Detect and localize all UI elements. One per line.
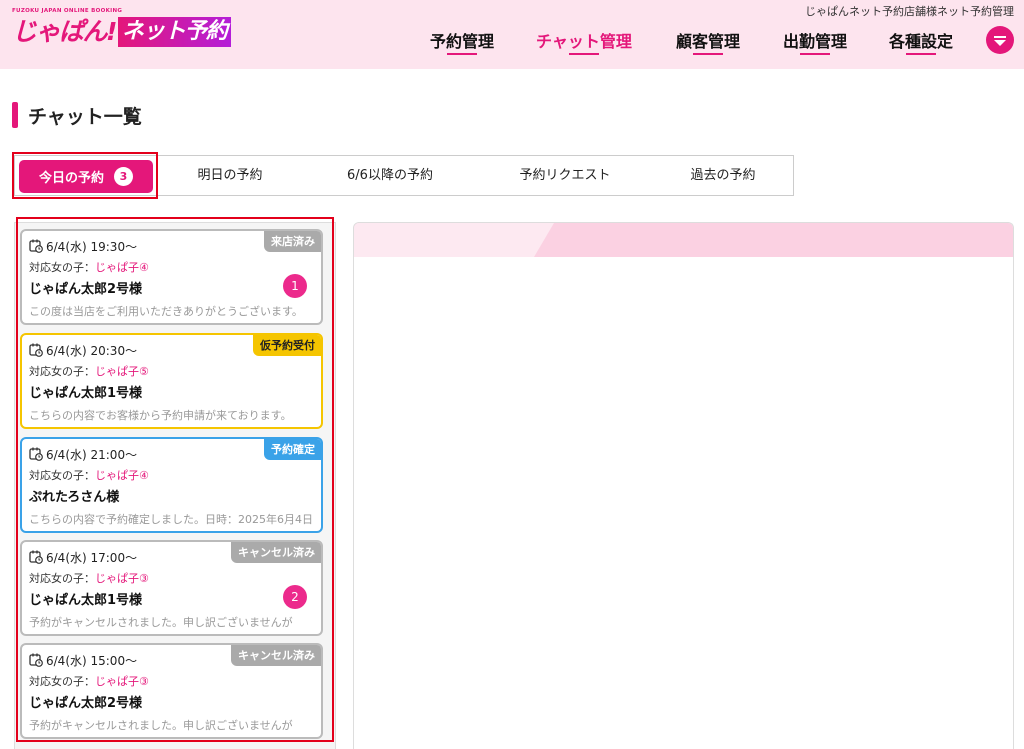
nav-settings[interactable]: 各種設定	[889, 28, 954, 55]
customer-name: ぷれたろさん様	[29, 490, 120, 505]
status-badge: キャンセル済み	[231, 542, 321, 563]
store-name: じゃぱんネット予約店舗様ネット予約管理	[805, 5, 1014, 18]
logo-tagline: FUZOKU JAPAN ONLINE BOOKING	[12, 8, 123, 14]
tab-past[interactable]: 過去の予約	[675, 156, 771, 195]
reservation-datetime: 6/4(水) 21:00～	[46, 447, 138, 462]
calendar-clock-icon	[29, 239, 43, 253]
reservation-datetime: 6/4(水) 17:00～	[46, 550, 138, 565]
nav-label: 顧客管理	[676, 32, 741, 51]
status-badge: 予約確定	[264, 439, 321, 460]
tab-label: 今日の予約	[38, 171, 104, 186]
menu-dropdown-icon[interactable]	[986, 26, 1014, 54]
assigned-girl: じゃぱ子⑤	[95, 365, 149, 378]
page-title-text: チャット一覧	[28, 105, 142, 128]
message-preview: 予約がキャンセルされました。申し訳ございませんが	[29, 616, 293, 629]
girl-label: 対応女の子：	[29, 469, 95, 482]
assigned-girl: じゃぱ子③	[95, 675, 149, 688]
assigned-girl: じゃぱ子③	[95, 572, 149, 585]
tab-requests[interactable]: 予約リクエスト	[507, 156, 623, 195]
assigned-girl: じゃぱ子④	[95, 261, 149, 274]
chat-card[interactable]: キャンセル済み 6/4(水) 15:00～ 対応女の子：じゃぱ子③ じゃぱん太郎…	[20, 643, 323, 739]
message-preview: 予約がキャンセルされました。申し訳ございませんが	[29, 719, 293, 732]
nav-reservation[interactable]: 予約管理	[430, 28, 495, 55]
nav-label: 予約管理	[430, 32, 495, 51]
header-decoration	[354, 223, 554, 257]
tab-after-6-6[interactable]: 6/6以降の予約	[335, 156, 445, 195]
nav-attendance[interactable]: 出勤管理	[783, 28, 848, 55]
nav-label: チャット管理	[536, 32, 632, 51]
nav-chat[interactable]: チャット管理	[536, 28, 632, 55]
unread-count-badge: 2	[283, 585, 307, 609]
tab-count-badge: 3	[114, 167, 133, 186]
calendar-clock-icon	[29, 343, 43, 357]
title-accent-bar	[12, 102, 18, 128]
reservation-datetime: 6/4(水) 15:00～	[46, 653, 138, 668]
reservation-tabs: 今日の予約 3 明日の予約 6/6以降の予約 予約リクエスト 過去の予約	[14, 155, 794, 196]
tab-tomorrow[interactable]: 明日の予約	[175, 156, 285, 195]
customer-name: じゃぱん太郎1号様	[29, 593, 143, 608]
page-title: チャット一覧	[12, 101, 142, 129]
calendar-clock-icon	[29, 653, 43, 667]
chat-card[interactable]: 予約確定 6/4(水) 21:00～ 対応女の子：じゃぱ子④ ぷれたろさん様 こ…	[20, 437, 323, 533]
nav-customer[interactable]: 顧客管理	[676, 28, 741, 55]
message-preview: この度は当店をご利用いただきありがとうございます。	[29, 305, 303, 318]
girl-label: 対応女の子：	[29, 365, 95, 378]
nav-label: 出勤管理	[783, 32, 848, 51]
customer-name: じゃぱん太郎2号様	[29, 282, 143, 297]
message-preview: こちらの内容でお客様から予約申請が来ております。	[29, 409, 292, 422]
header: じゃぱんネット予約店舗様ネット予約管理 FUZOKU JAPAN ONLINE …	[0, 0, 1024, 69]
tab-today[interactable]: 今日の予約 3	[19, 160, 153, 193]
chat-card[interactable]: キャンセル済み 6/4(水) 17:00～ 対応女の子：じゃぱ子③ じゃぱん太郎…	[20, 540, 323, 636]
status-badge: キャンセル済み	[231, 645, 321, 666]
girl-label: 対応女の子：	[29, 261, 95, 274]
chat-detail-panel	[353, 222, 1014, 749]
calendar-clock-icon	[29, 550, 43, 564]
chat-card[interactable]: 仮予約受付 6/4(水) 20:30～ 対応女の子：じゃぱ子⑤ じゃぱん太郎1号…	[20, 333, 323, 429]
status-badge: 仮予約受付	[253, 335, 321, 356]
assigned-girl: じゃぱ子④	[95, 469, 149, 482]
calendar-clock-icon	[29, 447, 43, 461]
message-preview: こちらの内容で予約確定しました。日時：2025年6月4日	[29, 513, 313, 526]
status-badge: 来店済み	[264, 231, 321, 252]
nav-label: 各種設定	[889, 32, 954, 51]
girl-label: 対応女の子：	[29, 675, 95, 688]
customer-name: じゃぱん太郎2号様	[29, 696, 143, 711]
girl-label: 対応女の子：	[29, 572, 95, 585]
logo-sub-text: ネット予約	[117, 17, 231, 47]
chat-detail-header	[354, 223, 1013, 257]
unread-count-badge: 1	[283, 274, 307, 298]
customer-name: じゃぱん太郎1号様	[29, 386, 143, 401]
chat-card[interactable]: 来店済み 6/4(水) 19:30～ 対応女の子：じゃぱ子④ じゃぱん太郎2号様…	[20, 229, 323, 325]
logo-main-text: じゃぱん!	[12, 17, 117, 46]
reservation-datetime: 6/4(水) 19:30～	[46, 239, 138, 254]
reservation-datetime: 6/4(水) 20:30～	[46, 343, 138, 358]
